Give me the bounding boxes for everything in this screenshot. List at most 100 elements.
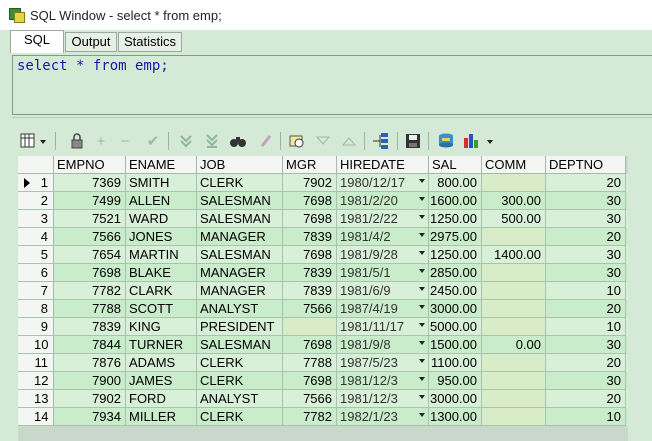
cell-comm[interactable] (482, 174, 546, 192)
cell-hiredate[interactable]: 1981/9/8 (337, 336, 429, 354)
cell-sal[interactable]: 2450.00 (429, 282, 482, 300)
cell-empno[interactable]: 7839 (54, 318, 126, 336)
cell-sal[interactable]: 1250.00 (429, 246, 482, 264)
cell-comm[interactable] (482, 318, 546, 336)
cell-comm[interactable]: 0.00 (482, 336, 546, 354)
cell-empno[interactable]: 7654 (54, 246, 126, 264)
tab-statistics[interactable]: Statistics (118, 32, 182, 52)
sql-editor[interactable]: select * from emp; (12, 55, 652, 115)
cell-hiredate[interactable]: 1987/4/19 (337, 300, 429, 318)
cell-mgr[interactable]: 7839 (283, 228, 337, 246)
date-dropdown-icon[interactable] (419, 341, 425, 345)
lock-icon[interactable] (66, 130, 88, 152)
cell-empno[interactable]: 7934 (54, 408, 126, 426)
column-header-ename[interactable]: ENAME (126, 156, 197, 174)
cell-hiredate[interactable]: 1981/9/28 (337, 246, 429, 264)
cell-comm[interactable] (482, 372, 546, 390)
cell-job[interactable]: CLERK (197, 408, 283, 426)
cell-comm[interactable] (482, 300, 546, 318)
cell-hiredate[interactable]: 1987/5/23 (337, 354, 429, 372)
cell-ename[interactable]: JONES (126, 228, 197, 246)
table-row[interactable]: 13 7902 FORD ANALYST 7566 1981/12/3 3000.00 20 (18, 390, 628, 408)
cell-sal[interactable]: 2850.00 (429, 264, 482, 282)
cell-empno[interactable]: 7876 (54, 354, 126, 372)
cell-empno[interactable]: 7499 (54, 192, 126, 210)
table-row[interactable]: 8 7788 SCOTT ANALYST 7566 1987/4/19 3000.00 20 (18, 300, 628, 318)
cell-sal[interactable]: 1500.00 (429, 336, 482, 354)
column-header-job[interactable]: JOB (197, 156, 283, 174)
cell-job[interactable]: CLERK (197, 354, 283, 372)
cell-comm[interactable] (482, 390, 546, 408)
cell-ename[interactable]: CLARK (126, 282, 197, 300)
cell-mgr[interactable]: 7698 (283, 336, 337, 354)
export-icon[interactable] (370, 130, 392, 152)
cell-deptno[interactable]: 30 (546, 372, 626, 390)
date-dropdown-icon[interactable] (419, 251, 425, 255)
cell-mgr[interactable]: 7698 (283, 192, 337, 210)
column-header-comm[interactable]: COMM (482, 156, 546, 174)
table-row[interactable]: 1 7369 SMITH CLERK 7902 1980/12/17 800.00 20 (18, 174, 628, 192)
fetch-next-icon[interactable] (175, 130, 197, 152)
cell-hiredate[interactable]: 1981/2/20 (337, 192, 429, 210)
date-dropdown-icon[interactable] (419, 269, 425, 273)
table-row[interactable]: 7 7782 CLARK MANAGER 7839 1981/6/9 2450.00 10 (18, 282, 628, 300)
cell-sal[interactable]: 1600.00 (429, 192, 482, 210)
cell-deptno[interactable]: 20 (546, 228, 626, 246)
cell-mgr[interactable]: 7698 (283, 246, 337, 264)
cell-deptno[interactable]: 20 (546, 390, 626, 408)
cell-mgr[interactable]: 7788 (283, 354, 337, 372)
date-dropdown-icon[interactable] (419, 395, 425, 399)
cell-deptno[interactable]: 20 (546, 300, 626, 318)
cell-job[interactable]: CLERK (197, 372, 283, 390)
cell-sal[interactable]: 950.00 (429, 372, 482, 390)
cell-empno[interactable]: 7566 (54, 228, 126, 246)
cell-ename[interactable]: MILLER (126, 408, 197, 426)
cell-empno[interactable]: 7902 (54, 390, 126, 408)
cell-empno[interactable]: 7788 (54, 300, 126, 318)
cell-sal[interactable]: 800.00 (429, 174, 482, 192)
column-header-empno[interactable]: EMPNO (54, 156, 126, 174)
table-row[interactable]: 4 7566 JONES MANAGER 7839 1981/4/2 2975.00 20 (18, 228, 628, 246)
cell-mgr[interactable]: 7698 (283, 210, 337, 228)
cell-job[interactable]: PRESIDENT (197, 318, 283, 336)
cell-ename[interactable]: MARTIN (126, 246, 197, 264)
table-row[interactable]: 10 7844 TURNER SALESMAN 7698 1981/9/8 1500.00 0… (18, 336, 628, 354)
tab-sql[interactable]: SQL (10, 30, 64, 53)
date-dropdown-icon[interactable] (419, 287, 425, 291)
date-dropdown-icon[interactable] (419, 323, 425, 327)
table-row[interactable]: 11 7876 ADAMS CLERK 7788 1987/5/23 1100.00 20 (18, 354, 628, 372)
cell-ename[interactable]: ADAMS (126, 354, 197, 372)
cell-job[interactable]: MANAGER (197, 228, 283, 246)
column-header-mgr[interactable]: MGR (283, 156, 337, 174)
cell-job[interactable]: CLERK (197, 174, 283, 192)
cell-sal[interactable]: 5000.00 (429, 318, 482, 336)
sql-text[interactable]: select * from emp; (17, 58, 169, 74)
cell-job[interactable]: ANALYST (197, 300, 283, 318)
chart-icon[interactable] (462, 130, 498, 152)
cell-mgr[interactable]: 7839 (283, 264, 337, 282)
table-row[interactable]: 6 7698 BLAKE MANAGER 7839 1981/5/1 2850.00 30 (18, 264, 628, 282)
cell-sal[interactable]: 2975.00 (429, 228, 482, 246)
cell-ename[interactable]: TURNER (126, 336, 197, 354)
cell-job[interactable]: SALESMAN (197, 246, 283, 264)
cell-ename[interactable]: WARD (126, 210, 197, 228)
clear-icon[interactable] (255, 130, 277, 152)
cell-hiredate[interactable]: 1981/12/3 (337, 372, 429, 390)
cell-hiredate[interactable]: 1981/12/3 (337, 390, 429, 408)
filter-icon[interactable] (312, 130, 334, 152)
cell-hiredate[interactable]: 1981/11/17 (337, 318, 429, 336)
cell-hiredate[interactable]: 1980/12/17 (337, 174, 429, 192)
cell-hiredate[interactable]: 1981/5/1 (337, 264, 429, 282)
column-header-deptno[interactable]: DEPTNO (546, 156, 626, 174)
cell-empno[interactable]: 7844 (54, 336, 126, 354)
cell-mgr[interactable]: 7839 (283, 282, 337, 300)
column-header-sal[interactable]: SAL (429, 156, 482, 174)
column-header-hiredate[interactable]: HIREDATE (337, 156, 429, 174)
date-dropdown-icon[interactable] (419, 305, 425, 309)
cell-sal[interactable]: 3000.00 (429, 390, 482, 408)
table-row[interactable]: 2 7499 ALLEN SALESMAN 7698 1981/2/20 1600.00 30… (18, 192, 628, 210)
cell-deptno[interactable]: 10 (546, 282, 626, 300)
cell-hiredate[interactable]: 1982/1/23 (337, 408, 429, 426)
save-icon[interactable] (402, 130, 424, 152)
cell-sal[interactable]: 1100.00 (429, 354, 482, 372)
